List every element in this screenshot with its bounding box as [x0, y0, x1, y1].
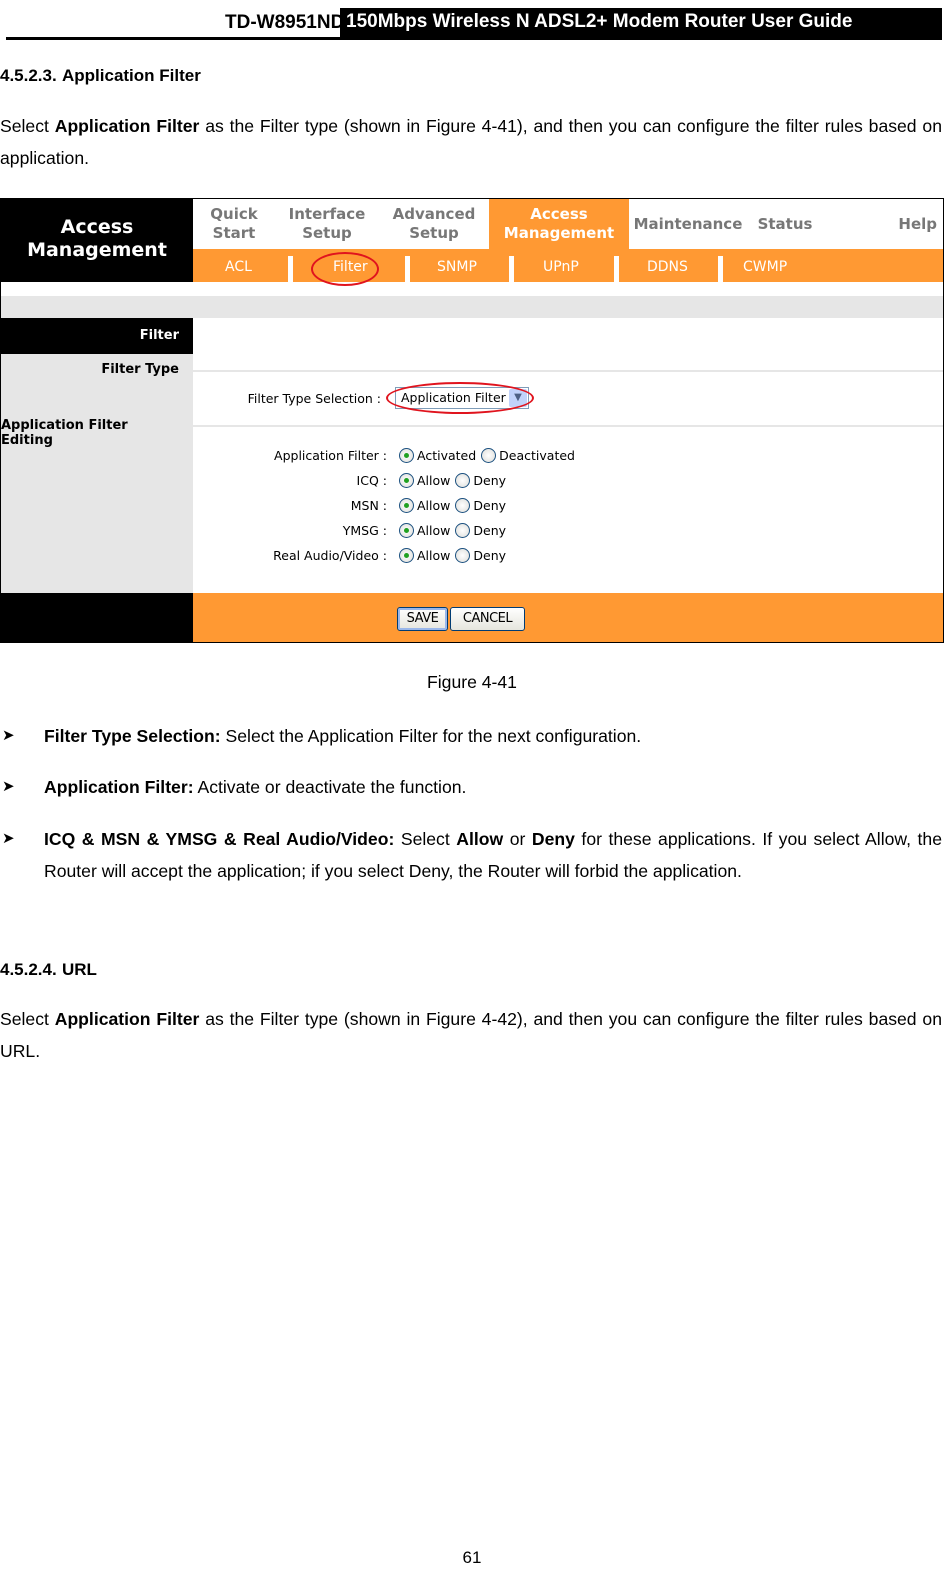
intro-bold: Application Filter [54, 1009, 200, 1029]
radio-label: Allow [417, 548, 451, 563]
sub-nav: ACL Filter SNMP UPnP DDNS CWMP [193, 249, 943, 282]
arrowhead-bullet-icon: ➤ [2, 778, 15, 795]
footer-left [1, 593, 193, 642]
icq-allow-radio[interactable] [399, 473, 414, 488]
intro-text: Select [0, 116, 55, 136]
highlight-ellipse [311, 252, 379, 286]
section-title: URL [62, 960, 97, 979]
arrowhead-bullet-icon: ➤ [2, 830, 15, 847]
sidebar-filter-type: Filter Type [101, 362, 179, 377]
section-number: 4.5.2.4. [0, 960, 57, 979]
icq-deny-radio[interactable] [455, 473, 471, 488]
msn-radio-group: Allow Deny [399, 498, 511, 513]
page-header: TD-W8951ND 150Mbps Wireless N ADSL2+ Mod… [6, 8, 942, 40]
router-screenshot-figure: Access Management Quick Start Interface Se… [0, 198, 944, 643]
tab-maintenance[interactable]: Maintenance [629, 199, 747, 249]
section-url-intro: Select Application Filter as the Filter … [0, 1003, 942, 1067]
brand-line: Management [27, 239, 167, 261]
divider [193, 425, 943, 427]
icq-label: ICQ : [356, 473, 387, 488]
bullet-text: Select the Application Filter for the ne… [220, 726, 642, 746]
intro-text: Select [0, 1009, 55, 1029]
ymsg-label: YMSG : [342, 523, 387, 538]
guide-title: 150Mbps Wireless N ADSL2+ Modem Router U… [340, 8, 942, 38]
radio-label: Deny [473, 473, 507, 488]
radio-label: Deny [473, 523, 507, 538]
bullet-filter-type-selection: ➤ Filter Type Selection: Select the Appli… [0, 720, 942, 752]
bullet-term: ICQ & MSN & YMSG & Real Audio/Video: [44, 829, 395, 849]
tab-quick-start[interactable]: Quick Start [193, 199, 275, 249]
tab-interface-setup[interactable]: Interface Setup [275, 199, 379, 249]
bullet-term: Allow [456, 829, 504, 849]
radio-label: Activated [417, 448, 477, 463]
radio-label: Allow [417, 498, 451, 513]
real-audio-video-radio-group: Allow Deny [399, 548, 511, 563]
top-nav: Quick Start Interface Setup Advanced Setup … [193, 199, 943, 249]
product-model: TD-W8951ND [225, 12, 345, 33]
brand-line: Access [60, 216, 134, 238]
bullet-term: Filter Type Selection: [44, 726, 221, 746]
bullet-text: Activate or deactivate the function. [193, 777, 467, 797]
section-heading-url: 4.5.2.4. URL [0, 960, 97, 980]
msn-deny-radio[interactable] [455, 498, 471, 513]
real-audio-video-allow-radio[interactable] [399, 548, 414, 563]
application-filter-label: Application Filter : [274, 448, 387, 463]
filter-type-selection-label: Filter Type Selection : [247, 391, 381, 406]
radio-label: Deny [473, 498, 507, 513]
bullet-text: Select [394, 829, 457, 849]
subnav-separator [614, 256, 619, 282]
cancel-button[interactable]: CANCEL [450, 607, 525, 631]
sidebar-app-filter-editing: Application Filter Editing [1, 418, 128, 448]
gray-strip [1, 296, 943, 318]
section-heading-application-filter: 4.5.2.3. Application Filter [0, 66, 201, 86]
brand-section-title: Access Management [1, 199, 193, 282]
sidebar: Filter Filter Type Application Filter Ed… [1, 318, 193, 593]
highlight-ellipse [386, 382, 534, 414]
bullet-term: Application Filter: [44, 777, 194, 797]
deactivated-radio[interactable] [481, 448, 497, 463]
subtab-acl[interactable]: ACL [225, 249, 252, 282]
tab-advanced-setup[interactable]: Advanced Setup [379, 199, 489, 249]
page-number: 61 [462, 1548, 482, 1567]
application-filter-radio-group: Activated Deactivated [399, 448, 580, 463]
bullet-term: Deny [531, 829, 575, 849]
ymsg-allow-radio[interactable] [399, 523, 414, 538]
radio-label: Allow [417, 523, 451, 538]
subtab-upnp[interactable]: UPnP [543, 249, 579, 282]
section-title: Application Filter [62, 66, 201, 85]
save-button[interactable]: SAVE [397, 607, 448, 631]
footer-bar: SAVE CANCEL [193, 593, 943, 642]
section-intro: Select Application Filter as the Filter … [0, 110, 942, 174]
radio-label: Allow [417, 473, 451, 488]
subnav-separator [509, 256, 514, 282]
ymsg-radio-group: Allow Deny [399, 523, 511, 538]
radio-label: Deny [473, 548, 507, 563]
bullet-icq-msn-ymsg: ➤ ICQ & MSN & YMSG & Real Audio/Video: Se… [0, 823, 942, 887]
icq-radio-group: Allow Deny [399, 473, 511, 488]
sidebar-filter-heading: Filter [1, 318, 193, 354]
tab-status[interactable]: Status [747, 199, 823, 249]
divider [193, 370, 943, 372]
bullet-text: or [503, 829, 532, 849]
bullet-application-filter: ➤ Application Filter: Activate or deactiv… [0, 771, 942, 803]
subtab-ddns[interactable]: DDNS [647, 249, 688, 282]
tab-help[interactable]: Help [823, 199, 943, 249]
tab-access-management[interactable]: Access Management [489, 199, 629, 249]
msn-allow-radio[interactable] [399, 498, 414, 513]
activated-radio[interactable] [399, 448, 414, 463]
arrowhead-bullet-icon: ➤ [2, 727, 15, 744]
section-number: 4.5.2.3. [0, 66, 57, 85]
subnav-separator [288, 256, 293, 282]
subnav-separator [405, 256, 410, 282]
radio-label: Deactivated [499, 448, 575, 463]
figure-caption: Figure 4-41 [427, 672, 517, 692]
real-audio-video-deny-radio[interactable] [455, 548, 471, 563]
subnav-separator [718, 256, 723, 282]
subtab-cwmp[interactable]: CWMP [743, 249, 787, 282]
real-audio-video-label: Real Audio/Video : [273, 548, 387, 563]
msn-label: MSN : [350, 498, 387, 513]
subtab-snmp[interactable]: SNMP [437, 249, 477, 282]
intro-bold: Application Filter [54, 116, 200, 136]
ymsg-deny-radio[interactable] [455, 523, 471, 538]
